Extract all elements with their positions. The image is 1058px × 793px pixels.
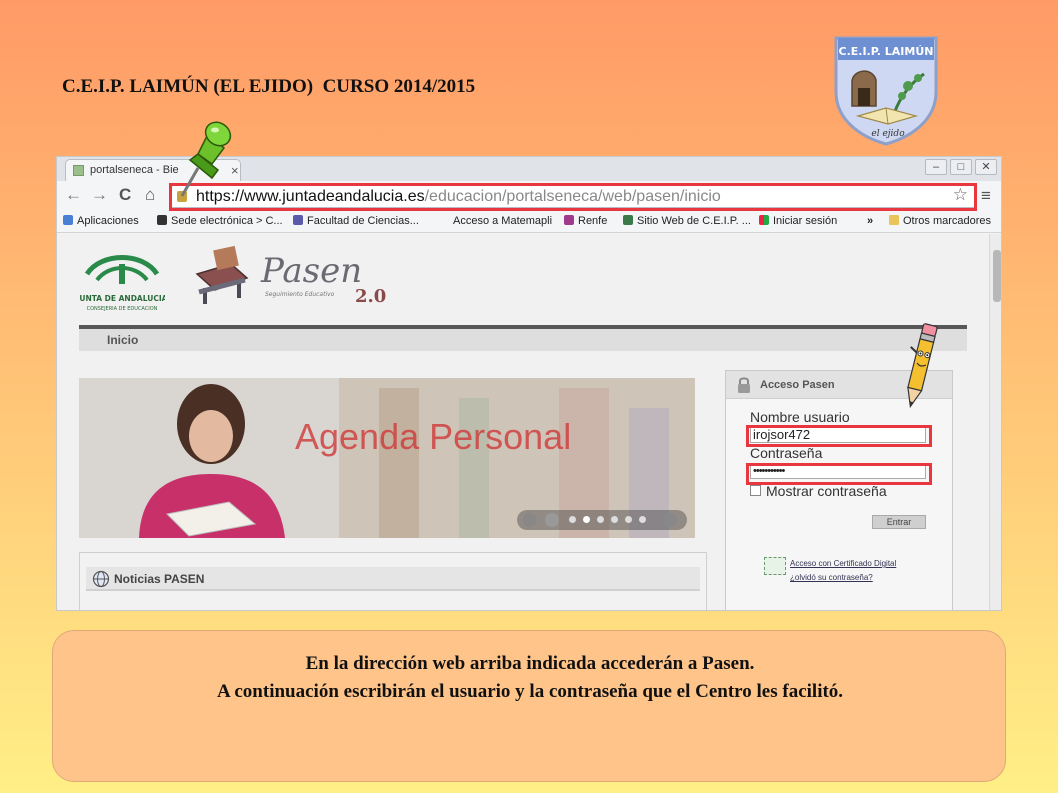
- certificate-link[interactable]: Acceso con Certificado Digital: [790, 559, 896, 568]
- minimize-button[interactable]: –: [925, 159, 947, 175]
- carousel-dot[interactable]: [597, 516, 604, 523]
- bookmark-apps[interactable]: Aplicaciones: [63, 215, 139, 227]
- bookmark-ceip[interactable]: Sitio Web de C.E.I.P. ...: [623, 215, 751, 227]
- web-page: JUNTA DE ANDALUCIA CONSEJERIA DE EDUCACI…: [57, 234, 989, 610]
- breadcrumb: Inicio: [79, 325, 967, 351]
- forward-button[interactable]: →: [91, 185, 108, 205]
- tab-title: portalseneca - Bie: [90, 164, 179, 176]
- password-label: Contraseña: [750, 445, 823, 461]
- breadcrumb-inicio[interactable]: Inicio: [107, 333, 138, 347]
- bookmark-favicon-icon: [293, 215, 303, 225]
- scrollbar-thumb[interactable]: [993, 250, 1001, 302]
- carousel-prev-button[interactable]: [523, 513, 537, 527]
- browser-menu-icon[interactable]: ≡: [981, 186, 991, 206]
- carousel-dot[interactable]: [611, 516, 618, 523]
- browser-window: portalseneca - Bie × – □ ✕ ← → C ⌂ https…: [56, 156, 1002, 611]
- windows-logo-icon: [759, 215, 769, 225]
- carousel-pager: [517, 510, 687, 530]
- carousel-next-button[interactable]: [663, 513, 677, 527]
- caption-line-1: En la dirección web arriba indicada acce…: [305, 653, 755, 674]
- bookmark-sede[interactable]: Sede electrónica > C...: [157, 215, 283, 227]
- back-button[interactable]: ←: [65, 185, 82, 205]
- carousel-dot[interactable]: [639, 516, 646, 523]
- username-highlight-box: [746, 425, 932, 447]
- window-controls: – □ ✕: [925, 159, 997, 175]
- caption-box: En la dirección web arriba indicada acce…: [52, 630, 1006, 782]
- page-scrollbar[interactable]: [989, 234, 1001, 610]
- carousel-dot[interactable]: [545, 513, 559, 527]
- svg-text:2.0: 2.0: [355, 286, 386, 307]
- login-title: Acceso Pasen: [760, 379, 835, 391]
- home-button[interactable]: ⌂: [145, 185, 155, 205]
- news-header: Noticias PASEN: [86, 567, 700, 591]
- slide-title: C.E.I.P. LAIMÚN (EL EJIDO) CURSO 2014/20…: [62, 76, 476, 97]
- bookmark-iniciar-sesion[interactable]: Iniciar sesión: [759, 215, 837, 227]
- carousel-dot[interactable]: [569, 516, 576, 523]
- bookmark-favicon-icon: [157, 215, 167, 225]
- svg-text:JUNTA DE ANDALUCIA: JUNTA DE ANDALUCIA: [79, 294, 165, 303]
- svg-text:el ejido: el ejido: [871, 129, 905, 139]
- bookmarks-overflow-button[interactable]: »: [867, 215, 873, 227]
- bookmarks-bar: Aplicaciones Sede electrónica > C... Fac…: [57, 211, 1001, 233]
- login-submit-button[interactable]: Entrar: [872, 515, 926, 529]
- url-highlight-box: [169, 183, 977, 211]
- banner-title: Agenda Personal: [295, 416, 572, 457]
- junta-andalucia-logo: JUNTA DE ANDALUCIA CONSEJERIA DE EDUCACI…: [79, 255, 165, 312]
- bookmark-renfe[interactable]: Renfe: [564, 215, 607, 227]
- padlock-icon: [738, 377, 750, 393]
- caption-line-2: A continuación escribirán el usuario y l…: [216, 681, 844, 702]
- agenda-banner[interactable]: Agenda Personal: [79, 378, 695, 538]
- svg-text:Pasen: Pasen: [260, 251, 362, 291]
- bookmark-matemapli[interactable]: Acceso a Matemapli: [453, 215, 552, 227]
- bookmark-facultad[interactable]: Facultad de Ciencias...: [293, 215, 419, 227]
- show-password-label: Mostrar contraseña: [766, 483, 887, 499]
- close-window-button[interactable]: ✕: [975, 159, 997, 175]
- password-highlight-box: [746, 463, 932, 485]
- svg-text:CONSEJERIA DE EDUCACION: CONSEJERIA DE EDUCACION: [87, 306, 158, 312]
- news-panel: Noticias PASEN: [79, 552, 707, 610]
- reload-button[interactable]: C: [119, 185, 131, 205]
- svg-text:Seguimiento Educativo: Seguimiento Educativo: [265, 291, 335, 298]
- certificate-icon: [764, 557, 786, 575]
- school-logo: C.E.I.P. LAIMÚN el ejido: [834, 36, 938, 146]
- username-label: Nombre usuario: [750, 409, 850, 425]
- maximize-button[interactable]: □: [950, 159, 972, 175]
- folder-icon: [889, 215, 899, 225]
- bookmark-favicon-icon: [623, 215, 633, 225]
- news-title: Noticias PASEN: [114, 572, 205, 586]
- globe-icon: [92, 570, 110, 588]
- apps-grid-icon: [63, 215, 73, 225]
- bookmark-favicon-icon: [564, 215, 574, 225]
- tab-favicon-icon: [73, 165, 84, 176]
- pushpin-icon: [180, 121, 232, 197]
- show-password-checkbox[interactable]: [750, 485, 761, 496]
- bookmark-otros[interactable]: Otros marcadores: [889, 215, 991, 227]
- forgot-password-link[interactable]: ¿olvidó su contraseña?: [790, 573, 873, 582]
- carousel-dot[interactable]: [625, 516, 632, 523]
- school-logo-text: C.E.I.P. LAIMÚN: [839, 45, 934, 58]
- pencil-icon: [907, 323, 938, 409]
- pasen-logo: Pasen Seguimiento Educativo 2.0: [195, 245, 386, 307]
- carousel-dot-active[interactable]: [583, 516, 590, 523]
